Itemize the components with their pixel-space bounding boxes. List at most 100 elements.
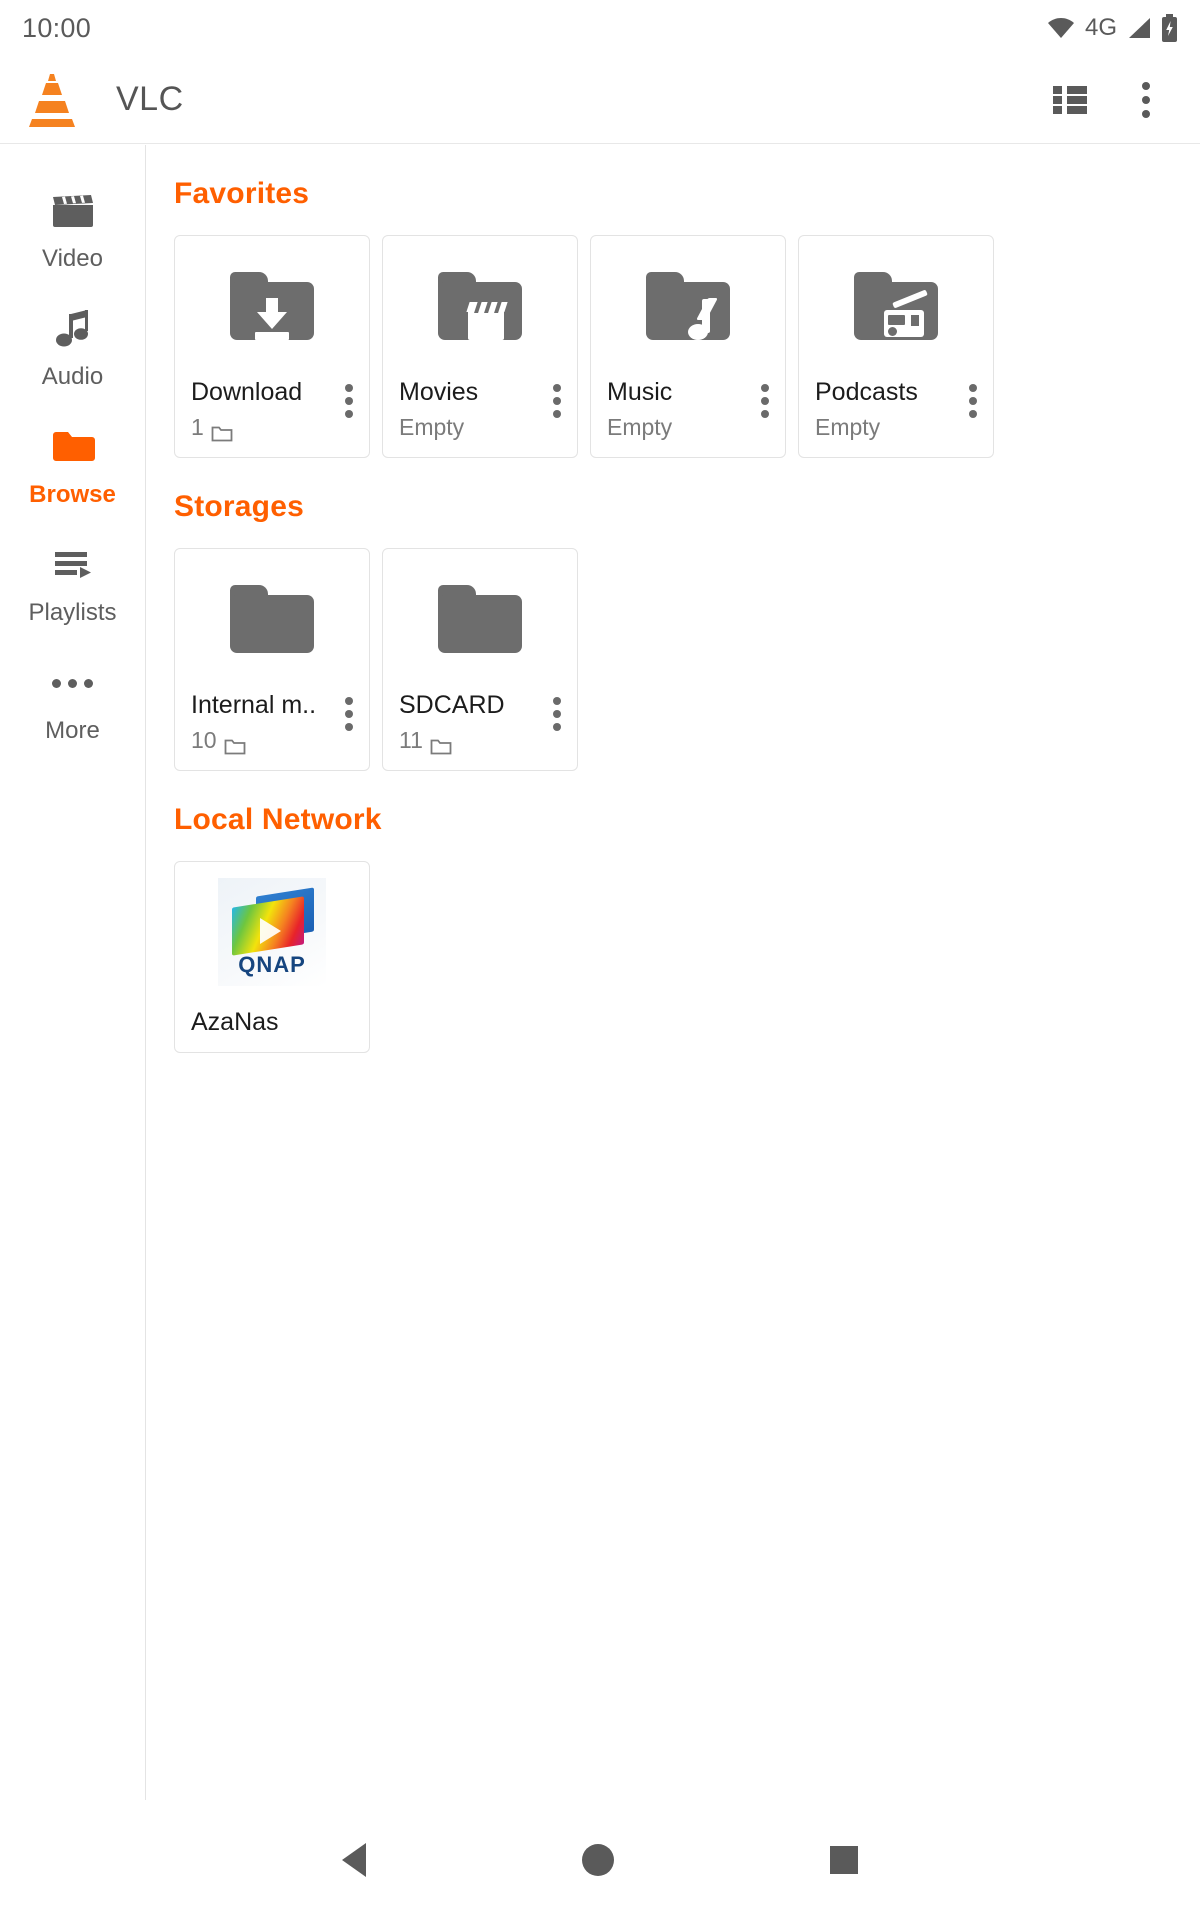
card-footer: AzaNas <box>175 1002 369 1052</box>
card-subtitle-text: Empty <box>399 414 465 440</box>
status-icon-group: 4G <box>1046 14 1178 42</box>
page-title: VLC <box>116 80 184 118</box>
card-subtitle: Empty <box>607 411 672 443</box>
battery-charging-icon <box>1161 14 1178 42</box>
card-artwork <box>799 236 993 376</box>
card-subtitle: 11 <box>399 724 505 756</box>
sidebar-item-label: More <box>45 717 100 744</box>
list-view-toggle[interactable] <box>1038 68 1102 132</box>
wifi-icon <box>1046 16 1076 40</box>
folder-outline-icon <box>430 731 452 755</box>
card-podcasts[interactable]: Podcasts Empty <box>798 235 994 458</box>
folder-podcast-icon <box>854 272 938 340</box>
section-title-favorites: Favorites <box>174 177 310 210</box>
sidebar-item-label: Audio <box>41 363 104 390</box>
qnap-logo: QNAP <box>218 878 326 986</box>
card-footer: Music Empty <box>591 376 785 457</box>
list-view-icon <box>1053 85 1087 114</box>
sidebar-item-playlists[interactable]: Playlists <box>0 527 146 645</box>
storages-grid: Internal m.. 10 SDCARD 11 <box>174 548 1200 771</box>
status-clock: 10:00 <box>22 12 92 43</box>
play-triangle-icon <box>260 918 281 944</box>
card-subtitle: Empty <box>815 411 918 443</box>
card-download[interactable]: Download 1 <box>174 235 370 458</box>
section-title-local-network: Local Network <box>174 803 382 836</box>
body: Video Audio Browse Playlists More Favori… <box>0 145 1200 1800</box>
sidebar-item-label: Browse <box>29 481 116 508</box>
card-title: Movies <box>399 378 479 406</box>
card-artwork: QNAP <box>175 862 369 1002</box>
status-bar: 10:00 4G <box>0 0 1200 56</box>
signal-icon <box>1126 16 1152 40</box>
card-footer: Internal m.. 10 <box>175 689 369 770</box>
qnap-wordmark: QNAP <box>238 952 306 977</box>
system-navigation-bar <box>0 1800 1200 1920</box>
card-subtitle-text: 1 <box>191 414 204 440</box>
card-subtitle-text: Empty <box>815 414 881 440</box>
sidebar-item-video[interactable]: Video <box>0 173 146 291</box>
kebab-menu-icon <box>1142 81 1150 118</box>
card-footer: Movies Empty <box>383 376 577 457</box>
navigation-rail: Video Audio Browse Playlists More <box>0 145 146 1800</box>
card-title: Download <box>191 378 303 406</box>
overflow-menu-button[interactable] <box>1114 68 1178 132</box>
card-overflow-button[interactable] <box>969 376 987 418</box>
card-footer: SDCARD 11 <box>383 689 577 770</box>
card-title: Internal m.. <box>191 691 317 719</box>
card-sdcard[interactable]: SDCARD 11 <box>382 548 578 771</box>
card-subtitle-text: 10 <box>191 727 217 753</box>
card-footer: Podcasts Empty <box>799 376 993 457</box>
card-subtitle: 10 <box>191 724 316 756</box>
playlist-icon <box>53 545 93 585</box>
sidebar-item-more[interactable]: More <box>0 645 146 763</box>
card-artwork <box>175 236 369 376</box>
card-overflow-button[interactable] <box>553 689 571 731</box>
card-artwork <box>175 549 369 689</box>
recents-button[interactable] <box>830 1846 858 1874</box>
folder-outline-icon <box>224 731 246 755</box>
card-title: Music <box>607 378 673 406</box>
vlc-cone-logo <box>24 70 80 130</box>
vlc-browse-screen: 10:00 4G VLC Video Audio Browse Playlist… <box>0 0 1200 1920</box>
card-overflow-button[interactable] <box>553 376 571 418</box>
folder-plain-icon <box>230 585 314 653</box>
sidebar-item-label: Video <box>42 245 103 272</box>
card-movies[interactable]: Movies Empty <box>382 235 578 458</box>
app-bar: VLC <box>0 56 1200 144</box>
card-internal-memory[interactable]: Internal m.. 10 <box>174 548 370 771</box>
card-subtitle: 1 <box>191 411 302 443</box>
card-subtitle-text: Empty <box>607 414 673 440</box>
folder-icon <box>51 427 95 467</box>
card-overflow-button[interactable] <box>761 376 779 418</box>
network-type-label: 4G <box>1084 14 1117 41</box>
folder-movie-icon <box>438 272 522 340</box>
card-subtitle-text: 11 <box>399 727 423 753</box>
home-button[interactable] <box>582 1844 614 1876</box>
card-music[interactable]: Music Empty <box>590 235 786 458</box>
section-title-storages: Storages <box>174 490 304 523</box>
card-footer: Download 1 <box>175 376 369 457</box>
folder-download-icon <box>230 272 314 340</box>
more-horizontal-icon <box>52 663 93 703</box>
card-overflow-button[interactable] <box>345 689 363 731</box>
sidebar-item-audio[interactable]: Audio <box>0 291 146 409</box>
card-title: AzaNas <box>191 1008 279 1036</box>
local-network-grid: QNAP AzaNas <box>174 861 1200 1053</box>
card-subtitle: Empty <box>399 411 478 443</box>
card-title: Podcasts <box>815 378 918 406</box>
favorites-grid: Download 1 Movies Empty Music Empty Podc… <box>174 235 1200 458</box>
sidebar-item-browse[interactable]: Browse <box>0 409 146 527</box>
browse-content: Favorites Download 1 Movies Empty Music … <box>146 145 1200 1800</box>
folder-music-icon <box>646 272 730 340</box>
sidebar-item-label: Playlists <box>28 599 117 626</box>
card-overflow-button[interactable] <box>345 376 363 418</box>
video-clapperboard-icon <box>51 191 95 231</box>
card-title: SDCARD <box>399 691 505 719</box>
card-azanas[interactable]: QNAP AzaNas <box>174 861 370 1053</box>
card-artwork <box>383 549 577 689</box>
music-note-icon <box>55 309 91 349</box>
back-button[interactable] <box>342 1843 366 1877</box>
card-artwork <box>591 236 785 376</box>
folder-plain-icon <box>438 585 522 653</box>
folder-outline-icon <box>211 418 233 442</box>
